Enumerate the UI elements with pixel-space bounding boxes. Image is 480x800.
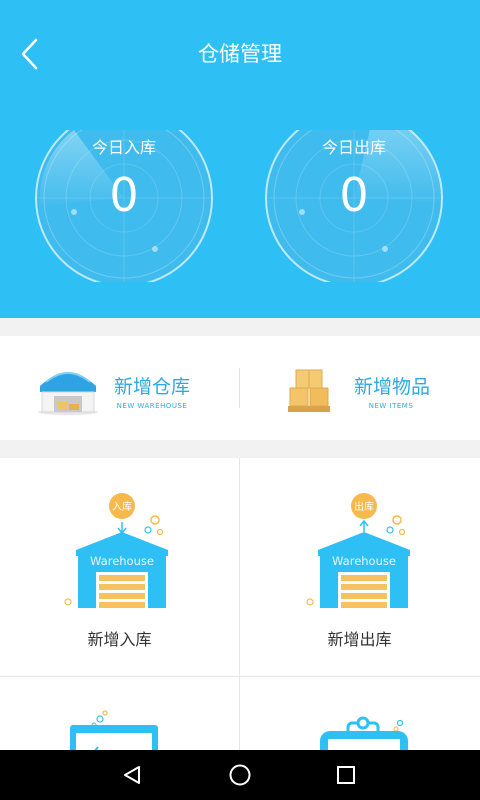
outbound-warehouse-icon: 出库 Warehouse bbox=[306, 493, 410, 608]
boxes-pallet-icon bbox=[288, 369, 330, 412]
checklist-board-icon bbox=[70, 710, 158, 750]
nav-home-button[interactable] bbox=[210, 750, 270, 800]
quick-subtitle: NEW WAREHOUSE bbox=[116, 402, 188, 410]
new-inbound-button[interactable]: 入库 Warehouse 新增入库 bbox=[0, 458, 239, 676]
gauge-value: 0 bbox=[109, 168, 139, 222]
grid-divider bbox=[0, 676, 480, 677]
section-gap bbox=[0, 318, 480, 336]
warehouse-sign: Warehouse bbox=[332, 554, 396, 568]
new-outbound-button[interactable]: 出库 Warehouse 新增出库 bbox=[240, 458, 479, 676]
grid-item-clipboard[interactable] bbox=[240, 677, 479, 750]
cell-label: 新增出库 bbox=[327, 630, 392, 649]
today-inbound-gauge: 今日入库 0 bbox=[34, 130, 214, 282]
warehouse-building-icon bbox=[38, 372, 98, 415]
grid-divider bbox=[239, 458, 240, 750]
nav-recents-button[interactable] bbox=[316, 750, 376, 800]
gauge-label: 今日入库 bbox=[91, 138, 156, 157]
divider bbox=[239, 368, 240, 408]
system-nav-bar bbox=[0, 750, 480, 800]
quick-actions: 新增仓库 NEW WAREHOUSE 新增物品 NEW ITEMS bbox=[0, 336, 480, 440]
quick-subtitle: NEW ITEMS bbox=[368, 402, 414, 410]
function-grid: 入库 Warehouse 新增入库 出库 Warehouse 新增出库 bbox=[0, 458, 480, 750]
gauge-value: 0 bbox=[339, 168, 369, 222]
new-items-button[interactable]: 新增物品 NEW ITEMS bbox=[240, 336, 480, 440]
quick-title: 新增物品 bbox=[354, 376, 431, 398]
header-panel: 仓储管理 今日入库 0 今日出库 0 bbox=[0, 0, 480, 318]
home-circle-icon bbox=[229, 764, 251, 786]
badge-text: 出库 bbox=[354, 500, 374, 513]
inbound-warehouse-icon: 入库 Warehouse bbox=[64, 493, 168, 608]
new-warehouse-button[interactable]: 新增仓库 NEW WAREHOUSE bbox=[0, 336, 240, 440]
nav-back-button[interactable] bbox=[102, 750, 162, 800]
gauge-label: 今日出库 bbox=[321, 138, 386, 157]
page-title: 仓储管理 bbox=[198, 42, 282, 66]
section-gap bbox=[0, 440, 480, 458]
today-outbound-gauge: 今日出库 0 bbox=[264, 130, 444, 282]
clipboard-icon bbox=[320, 716, 408, 750]
grid-item-checklist[interactable] bbox=[0, 677, 239, 750]
recents-square-icon bbox=[337, 766, 355, 784]
quick-title: 新增仓库 bbox=[114, 376, 191, 398]
warehouse-sign: Warehouse bbox=[90, 554, 154, 568]
badge-text: 入库 bbox=[112, 500, 132, 513]
back-triangle-icon bbox=[124, 766, 140, 784]
cell-label: 新增入库 bbox=[87, 630, 152, 649]
